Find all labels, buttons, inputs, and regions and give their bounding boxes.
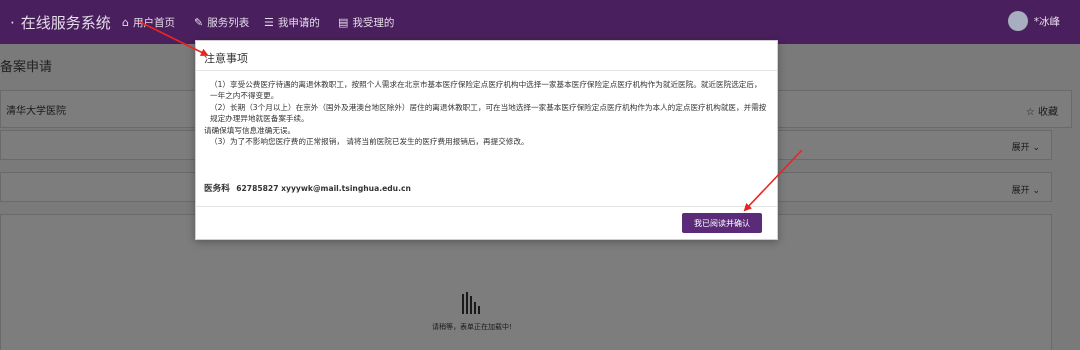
page-title: 备案申请	[0, 60, 53, 75]
notice-modal: 注意事项 （1）享受公费医疗待遇的离退休教职工，按照个人需求在北京市基本医疗保险…	[195, 40, 778, 240]
modal-title: 注意事项	[204, 52, 248, 65]
home-icon: ⌂	[122, 16, 129, 29]
top-navbar: · 在线服务系统 ⌂ 用户首页 ✎ 服务列表 ☰ 我申请的 ▤ 我受理的 *冰峰	[0, 0, 1080, 44]
nav-service-list[interactable]: ✎ 服务列表	[194, 15, 249, 30]
notice-text: （1）享受公费医疗待遇的离退休教职工，按照个人需求在北京市基本医疗保险定点医疗机…	[204, 79, 767, 147]
nav-my-applications-label: 我申请的	[277, 17, 320, 29]
edit-icon: ✎	[194, 16, 204, 29]
notice-reminder: 请确保填写信息准确无误。	[204, 125, 296, 135]
notice-item-3: （3）为了不影响您医疗费的正常报销， 请将当前医院已发生的医疗费用报销后，再提交…	[210, 137, 529, 147]
contact-info: 62785827 xyyywk@mail.tsinghua.edu.cn	[236, 184, 411, 193]
contact-dept: 医务科	[204, 184, 230, 194]
loading-icon	[462, 292, 492, 314]
notice-item-1: （1）享受公费医疗待遇的离退休教职工，按照个人需求在北京市基本医疗保险定点医疗机…	[210, 80, 762, 101]
notice-item-2: （2）长期（3个月以上）在京外（国外及港澳台地区除外）居住的离退休教职工，可在当…	[210, 102, 767, 124]
confirm-button[interactable]: 我已阅读并确认	[682, 213, 762, 233]
brand-dot: ·	[10, 14, 15, 32]
nav-home[interactable]: ⌂ 用户首页	[122, 15, 175, 30]
brand-text: 在线服务系统	[20, 14, 111, 32]
avatar	[1007, 11, 1028, 31]
nav-my-applications[interactable]: ☰ 我申请的	[264, 15, 320, 30]
nav-my-handled[interactable]: ▤ 我受理的	[338, 15, 394, 30]
favorite-button[interactable]: ☆ 收藏	[1026, 103, 1058, 118]
hospital-name: 清华大学医院	[6, 106, 66, 117]
expand-button-2[interactable]: 展开 ⌄	[1012, 183, 1040, 196]
nav-my-handled-label: 我受理的	[352, 17, 395, 29]
modal-header: 注意事项	[196, 41, 777, 71]
expand-button-1[interactable]: 展开 ⌄	[1012, 140, 1040, 153]
nav-home-label: 用户首页	[132, 17, 175, 29]
list-icon: ☰	[264, 16, 274, 29]
loading-text: 请稍等，表单正在加载中!	[432, 323, 512, 331]
user-menu[interactable]: *冰峰	[1007, 11, 1060, 31]
modal-body: （1）享受公费医疗待遇的离退休教职工，按照个人需求在北京市基本医疗保险定点医疗机…	[196, 71, 777, 207]
contact-line: 医务科 62785827 xyyywk@mail.tsinghua.edu.cn	[204, 182, 411, 194]
modal-footer: 我已阅读并确认	[196, 207, 777, 239]
nav-service-list-label: 服务列表	[207, 17, 250, 29]
table-icon: ▤	[338, 16, 349, 29]
brand-title[interactable]: · 在线服务系统	[10, 12, 111, 33]
user-name: *冰峰	[1033, 15, 1060, 28]
